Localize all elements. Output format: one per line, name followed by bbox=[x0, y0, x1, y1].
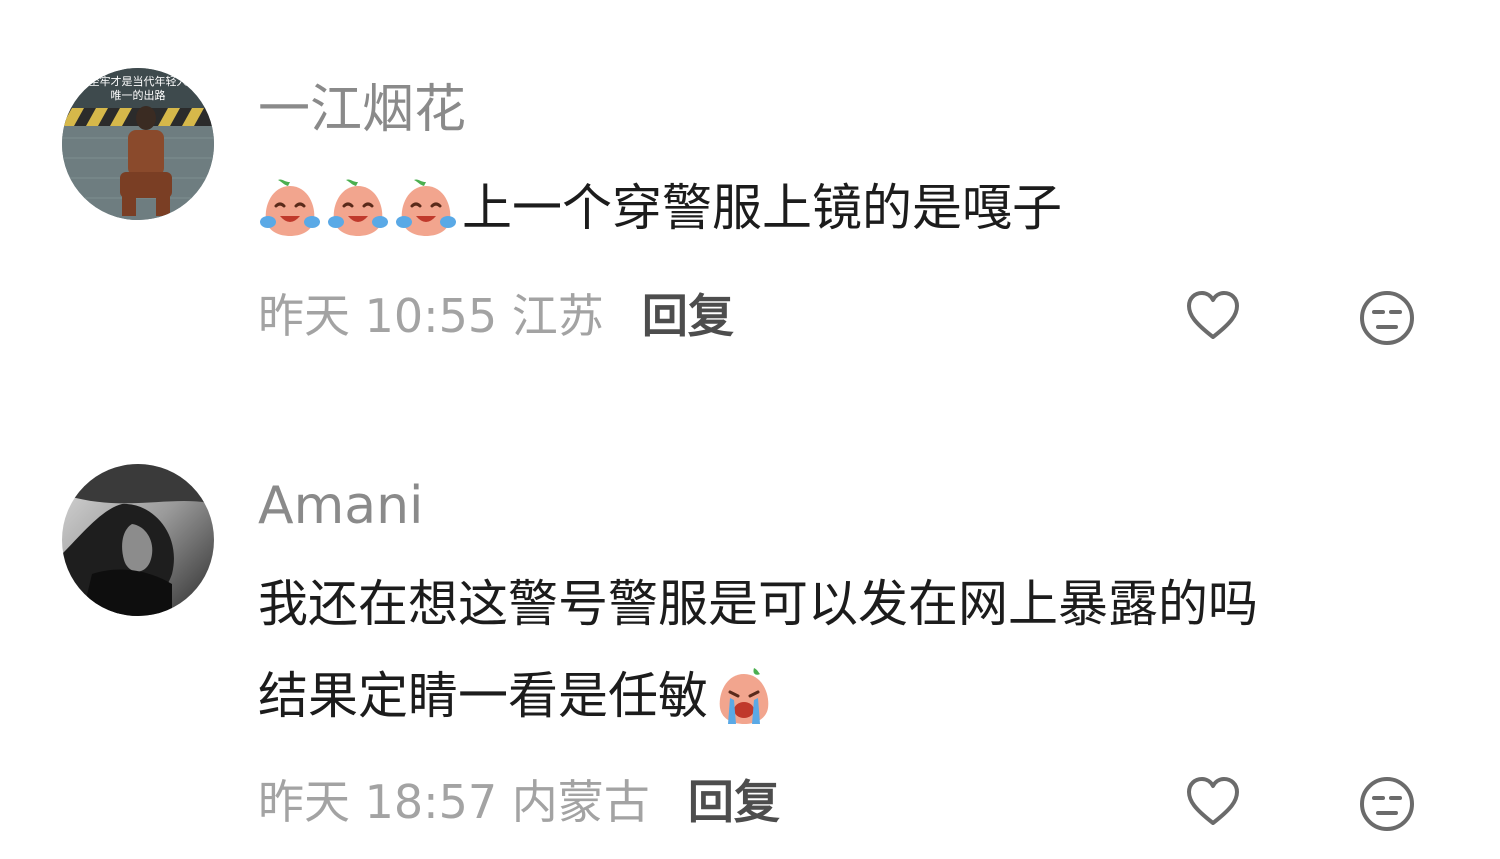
username[interactable]: Amani bbox=[258, 476, 424, 536]
heart-outline-icon[interactable] bbox=[1183, 773, 1243, 833]
comment-text: 上一个穿警服上镜的是嘎子 bbox=[258, 176, 1062, 240]
reply-button[interactable]: 回复 bbox=[642, 288, 734, 344]
meh-face-icon[interactable] bbox=[1357, 288, 1417, 348]
time-location: 昨天 10:55 江苏 bbox=[258, 289, 604, 343]
comment-text-line-2: 结果定睛一看是任敏 bbox=[258, 664, 780, 728]
heart-outline-icon[interactable] bbox=[1183, 287, 1243, 347]
username[interactable]: 一江烟花 bbox=[258, 80, 466, 140]
comment-text-body-2: 结果定睛一看是任敏 bbox=[258, 667, 708, 725]
avatar[interactable]: 坐牢才是当代年轻人 唯一的出路 bbox=[62, 68, 214, 220]
avatar-image: 坐牢才是当代年轻人 唯一的出路 bbox=[62, 68, 214, 220]
laugh-cry-peach-emoji bbox=[394, 176, 458, 240]
avatar-image bbox=[62, 464, 214, 616]
comment-text-body: 上一个穿警服上镜的是嘎子 bbox=[462, 179, 1062, 237]
comment-text-body-1: 我还在想这警号警服是可以发在网上暴露的吗 bbox=[258, 575, 1258, 633]
time-location: 昨天 18:57 内蒙古 bbox=[258, 775, 650, 829]
meh-face-icon[interactable] bbox=[1357, 774, 1417, 834]
laugh-cry-peach-emoji bbox=[258, 176, 322, 240]
avatar-caption-2: 唯一的出路 bbox=[111, 88, 166, 102]
comment-meta: 昨天 18:57 内蒙古 回复 bbox=[258, 774, 780, 830]
avatar-caption-1: 坐牢才是当代年轻人 bbox=[89, 74, 188, 88]
laugh-cry-peach-emoji bbox=[326, 176, 390, 240]
sobbing-peach-emoji bbox=[712, 664, 776, 728]
avatar[interactable] bbox=[62, 464, 214, 616]
comment-meta: 昨天 10:55 江苏 回复 bbox=[258, 288, 734, 344]
reply-button[interactable]: 回复 bbox=[688, 774, 780, 830]
comment-text-line-1: 我还在想这警号警服是可以发在网上暴露的吗 bbox=[258, 574, 1258, 634]
